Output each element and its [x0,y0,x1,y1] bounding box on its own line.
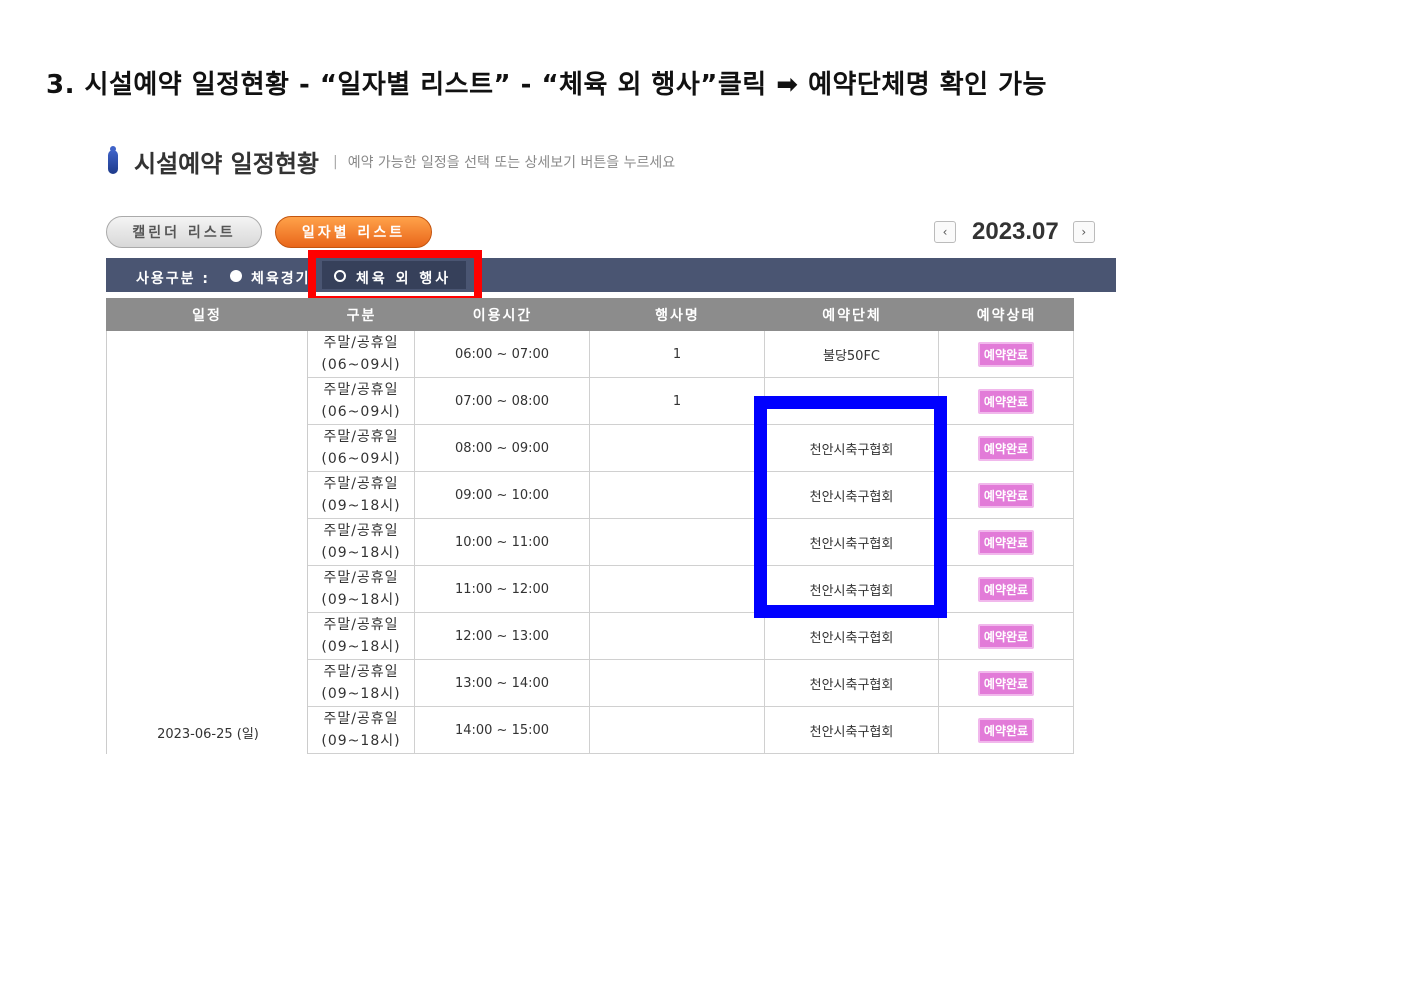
cell-type: 주말/공휴일 (09~18시) [308,613,415,659]
table-header: 일정 구분 이용시간 행사명 예약단체 예약상태 [106,298,1074,331]
cell-status: 예약완료 [939,613,1074,659]
cell-time: 06:00 ~ 07:00 [415,331,590,377]
page-title: 시설예약 일정현황 [134,150,319,178]
cell-time: 09:00 ~ 10:00 [415,472,590,518]
page-subtitle: 예약 가능한 일정을 선택 또는 상세보기 버튼을 누르세요 [347,154,676,171]
title-separator: | [333,153,338,170]
cell-event [590,425,765,471]
chevron-left-icon: ‹ [942,225,948,239]
table-row: 주말/공휴일 (09~18시) 12:00 ~ 13:00 천안시축구협회 예약완… [308,613,1074,660]
cell-event [590,472,765,518]
table-row: 주말/공휴일 (06~09시) 08:00 ~ 09:00 천안시축구협회 예약완… [308,425,1074,472]
table-row: 주말/공휴일 (06~09시) 07:00 ~ 08:00 1 예약완료 [308,378,1074,425]
cell-event [590,566,765,612]
usage-filter-label: 사용구분 : [136,271,210,287]
date-cell: 2023-06-25 (일) [106,331,308,754]
cell-status: 예약완료 [939,519,1074,565]
table-row: 주말/공휴일 (09~18시) 11:00 ~ 12:00 천안시축구협회 예약완… [308,566,1074,613]
cell-time: 12:00 ~ 13:00 [415,613,590,659]
cell-organization: 천안시축구협회 [765,613,939,659]
tab-calendar-list[interactable]: 캘린더 리스트 [106,216,262,248]
header-event: 행사명 [655,307,700,324]
cell-status: 예약완료 [939,331,1074,377]
header-status: 예약상태 [976,307,1037,324]
table-row: 주말/공휴일 (09~18시) 13:00 ~ 14:00 천안시축구협회 예약완… [308,660,1074,707]
radio-sports-game-label[interactable]: 체육경기 [251,268,311,288]
next-month-button[interactable]: › [1072,221,1095,243]
cell-event [590,707,765,753]
header-organization: 예약단체 [822,307,882,324]
cell-event [590,519,765,565]
month-navigator: ‹ 2023.07 › [934,218,1095,246]
cell-event: 1 [590,331,765,377]
cell-type: 주말/공휴일 (09~18시) [308,519,415,565]
section-title: 시설예약 일정현황 | 예약 가능한 일정을 선택 또는 상세보기 버튼을 누르… [108,144,675,179]
cell-time: 11:00 ~ 12:00 [415,566,590,612]
date-value: 2023-06-25 (일) [157,727,259,742]
status-badge[interactable]: 예약완료 [977,529,1035,555]
prev-month-button[interactable]: ‹ [934,221,956,243]
status-badge[interactable]: 예약완료 [977,670,1035,696]
cell-type: 주말/공휴일 (06~09시) [308,378,415,424]
cell-time: 07:00 ~ 08:00 [415,378,590,424]
cell-type: 주말/공휴일 (09~18시) [308,566,415,612]
usage-filter-bar: 사용구분 : 체육경기 체육 외 행사 [106,258,1116,292]
cell-time: 10:00 ~ 11:00 [415,519,590,565]
status-badge[interactable]: 예약완료 [977,435,1035,461]
table-row: 주말/공휴일 (09~18시) 10:00 ~ 11:00 천안시축구협회 예약완… [308,519,1074,566]
cell-status: 예약완료 [939,378,1074,424]
header-type: 구분 [346,307,377,324]
cell-event [590,660,765,706]
cell-status: 예약완료 [939,566,1074,612]
header-time: 이용시간 [472,307,533,324]
red-highlight-box [308,250,482,304]
status-badge[interactable]: 예약완료 [977,482,1035,508]
table-row: 주말/공휴일 (09~18시) 09:00 ~ 10:00 천안시축구협회 예약완… [308,472,1074,519]
cell-organization: 천안시축구협회 [765,707,939,753]
header-date: 일정 [192,307,222,324]
status-badge[interactable]: 예약완료 [977,717,1035,743]
cell-type: 주말/공휴일 (09~18시) [308,660,415,706]
table-row: 주말/공휴일 (06~09시) 06:00 ~ 07:00 1 불당50FC 예약… [308,331,1074,378]
chevron-right-icon: › [1081,225,1087,239]
radio-sports-game[interactable] [230,270,242,282]
cell-type: 주말/공휴일 (06~09시) [308,331,415,377]
cell-organization: 천안시축구협회 [765,660,939,706]
status-badge[interactable]: 예약완료 [977,341,1035,367]
table-row: 주말/공휴일 (09~18시) 14:00 ~ 15:00 천안시축구협회 예약완… [308,707,1074,754]
cell-time: 13:00 ~ 14:00 [415,660,590,706]
cell-type: 주말/공휴일 (09~18시) [308,472,415,518]
bookmark-icon [108,145,118,174]
instruction-heading: 3. 시설예약 일정현황 - “일자별 리스트” - “체육 외 행사”클릭 ➡… [46,70,1047,100]
cell-status: 예약완료 [939,472,1074,518]
cell-event [590,613,765,659]
status-badge[interactable]: 예약완료 [977,388,1035,414]
cell-type: 주말/공휴일 (09~18시) [308,707,415,753]
cell-time: 08:00 ~ 09:00 [415,425,590,471]
blue-highlight-box [754,396,947,618]
cell-organization: 불당50FC [765,331,939,377]
cell-event: 1 [590,378,765,424]
status-badge[interactable]: 예약완료 [977,623,1035,649]
cell-status: 예약완료 [939,660,1074,706]
month-label: 2023.07 [972,218,1059,245]
tab-daily-list[interactable]: 일자별 리스트 [275,216,432,248]
cell-time: 14:00 ~ 15:00 [415,707,590,753]
cell-status: 예약완료 [939,707,1074,753]
cell-type: 주말/공휴일 (06~09시) [308,425,415,471]
status-badge[interactable]: 예약완료 [977,576,1035,602]
cell-status: 예약완료 [939,425,1074,471]
